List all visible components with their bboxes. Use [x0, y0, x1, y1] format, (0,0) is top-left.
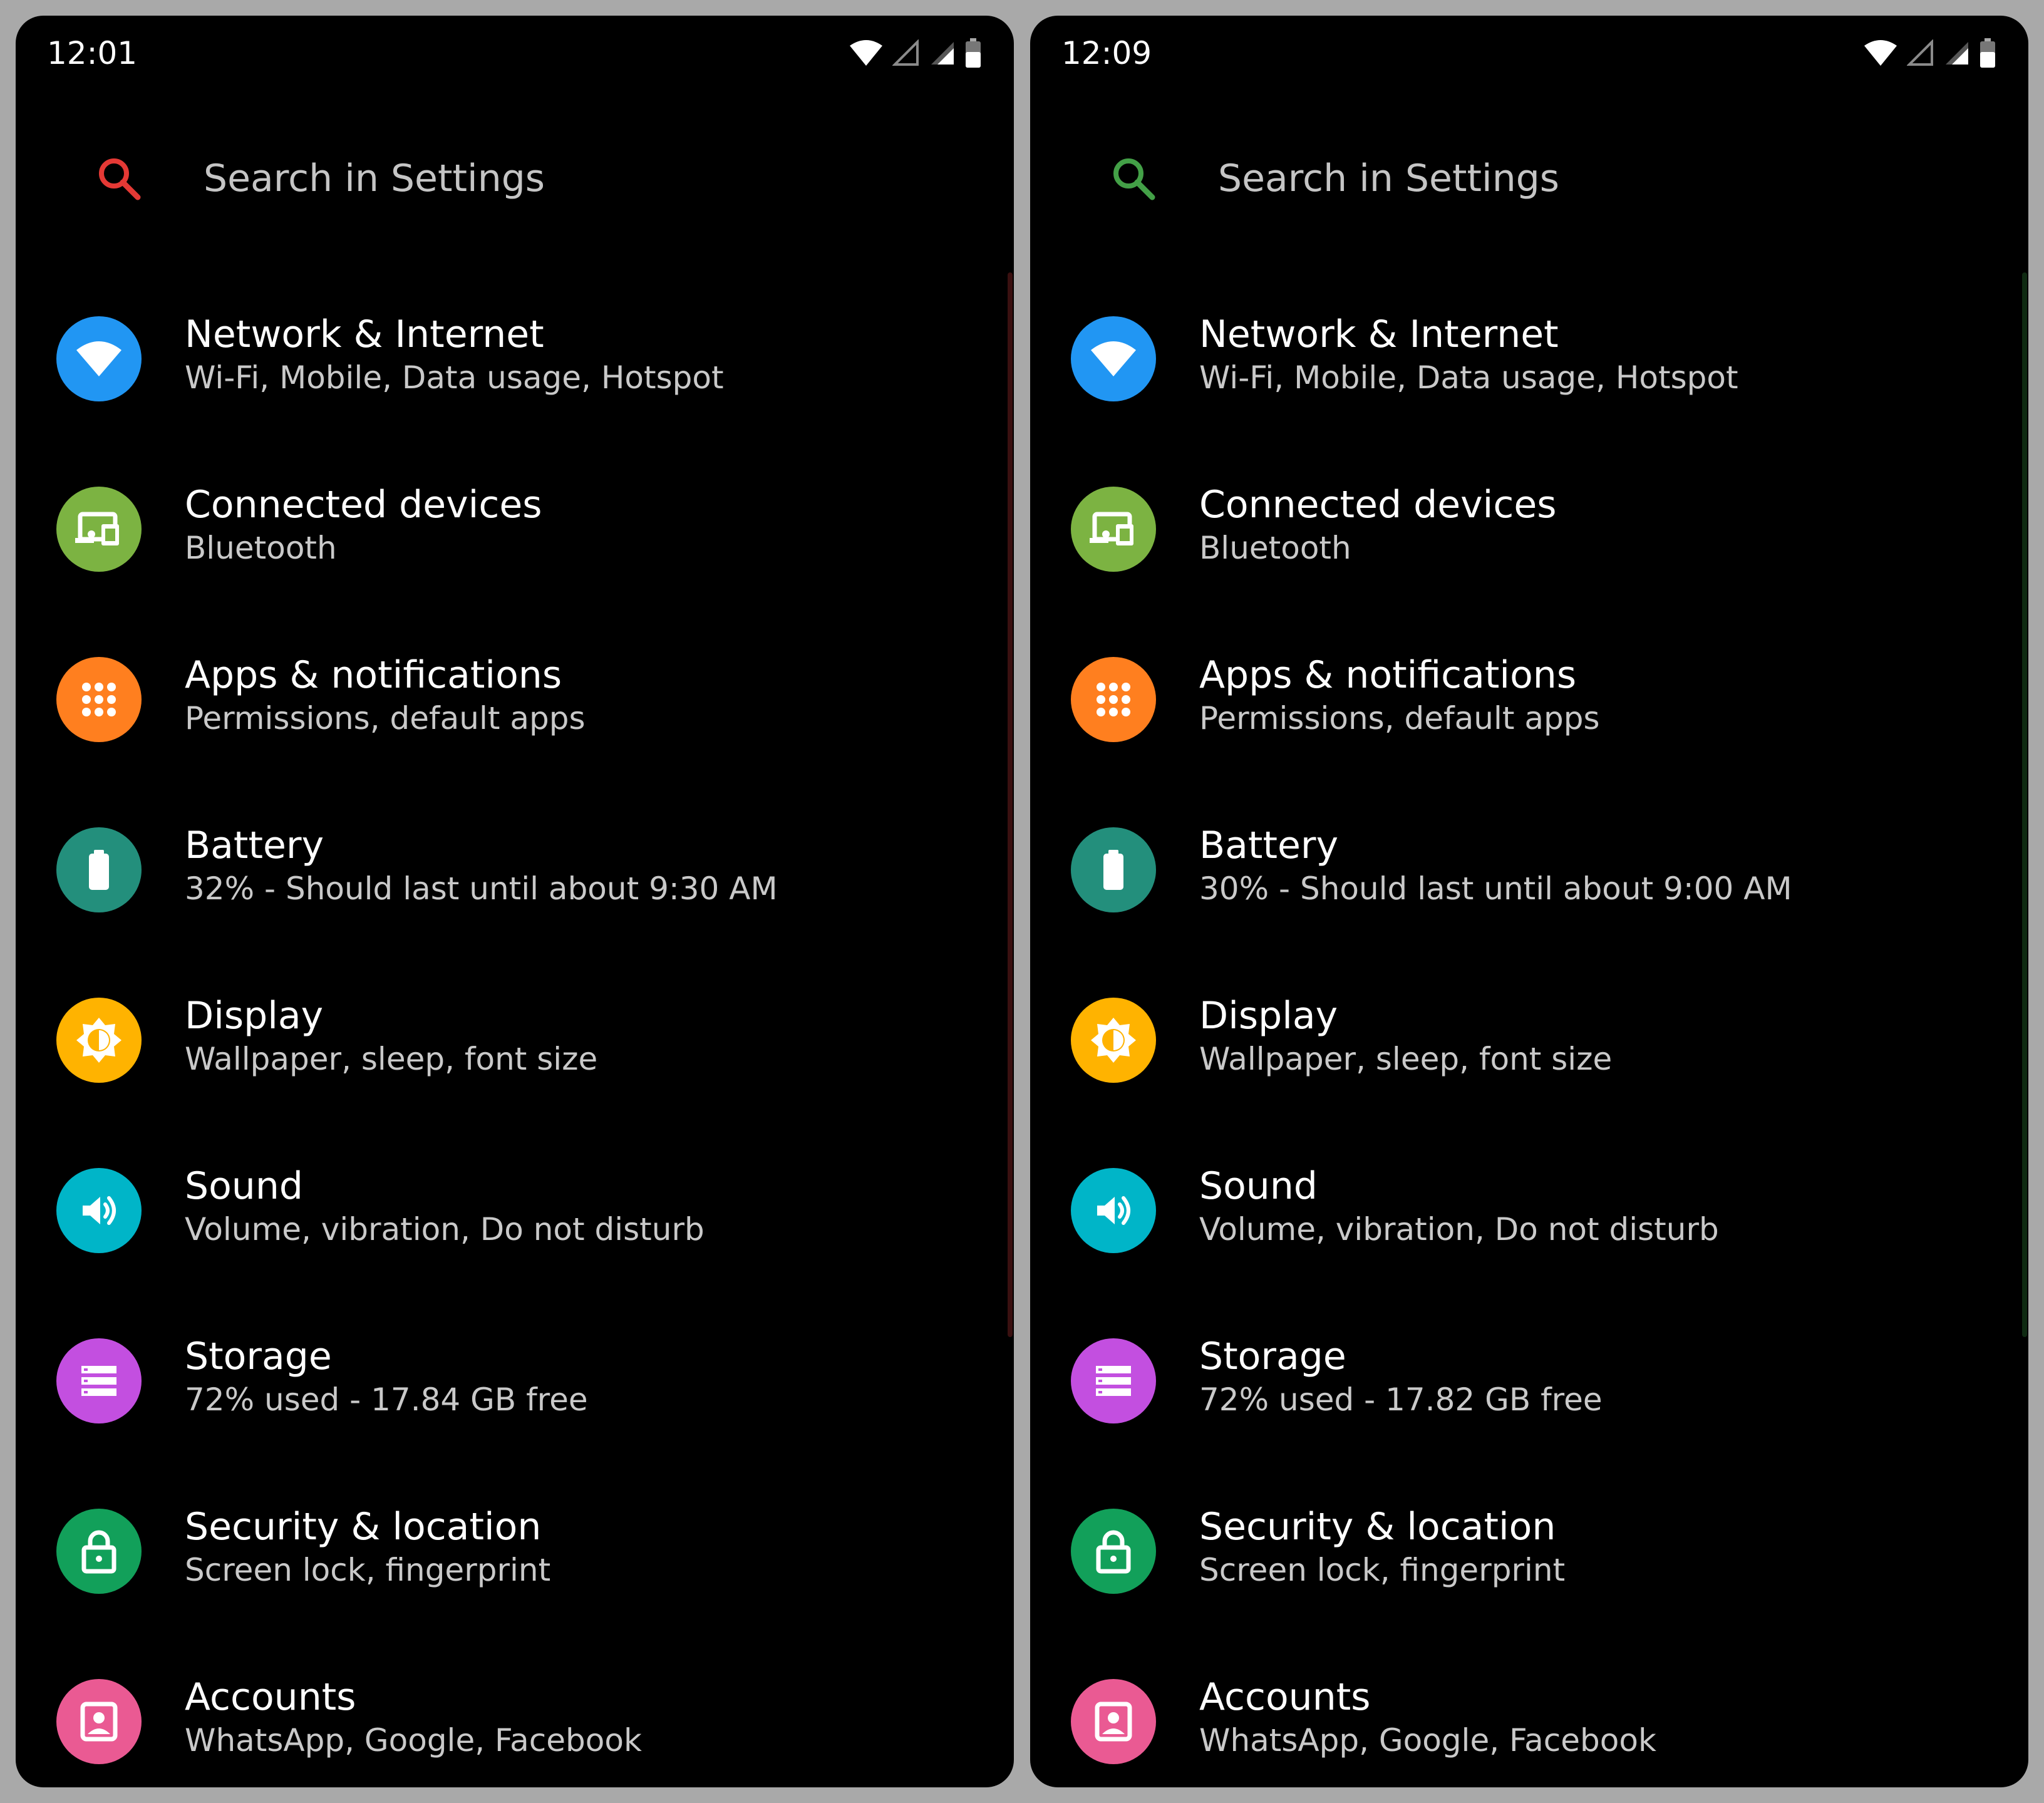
settings-item-subtitle: Wallpaper, sleep, font size [1199, 1041, 1613, 1077]
settings-item-subtitle: Screen lock, fingerprint [1199, 1552, 1566, 1588]
settings-item-wifi[interactable]: Network & Internet Wi-Fi, Mobile, Data us… [1030, 288, 2028, 458]
search-placeholder: Search in Settings [1218, 157, 1560, 200]
apps-grid-icon [56, 657, 142, 742]
battery-icon [56, 827, 142, 912]
settings-item-subtitle: Wi-Fi, Mobile, Data usage, Hotspot [1199, 359, 1738, 396]
settings-item-lock[interactable]: Security & location Screen lock, fingerpr… [1030, 1480, 2028, 1651]
settings-list: Network & Internet Wi-Fi, Mobile, Data us… [16, 288, 1014, 1787]
settings-item-storage[interactable]: Storage 72% used - 17.84 GB free [16, 1310, 1014, 1480]
sim-signal-empty-icon [1907, 39, 1934, 67]
settings-item-subtitle: WhatsApp, Google, Facebook [185, 1722, 642, 1759]
settings-item-title: Sound [1199, 1164, 1318, 1208]
status-icons [1863, 34, 1996, 72]
settings-item-apps-grid[interactable]: Apps & notifications Permissions, default… [1030, 629, 2028, 799]
settings-item-title: Network & Internet [185, 313, 544, 356]
settings-item-title: Battery [1199, 824, 1339, 867]
storage-icon [1071, 1338, 1156, 1423]
search-placeholder: Search in Settings [204, 157, 545, 200]
settings-item-title: Battery [185, 824, 324, 867]
settings-screen-right: 12:09 Search in Settings Network & Inter… [1030, 16, 2028, 1787]
settings-item-title: Connected devices [1199, 483, 1557, 527]
settings-item-subtitle: WhatsApp, Google, Facebook [1199, 1722, 1656, 1759]
settings-item-title: Storage [185, 1335, 332, 1378]
settings-item-subtitle: Volume, vibration, Do not disturb [1199, 1211, 1719, 1248]
wifi-icon [1071, 316, 1156, 401]
volume-icon [56, 1168, 142, 1253]
search-bar[interactable]: Search in Settings [1030, 138, 2028, 219]
apps-grid-icon [1071, 657, 1156, 742]
settings-item-subtitle: Screen lock, fingerprint [185, 1552, 551, 1588]
scroll-indicator [2022, 272, 2027, 1337]
settings-screen-left: 12:01 Search in Settings Network & Inter… [16, 16, 1014, 1787]
settings-item-subtitle: Wi-Fi, Mobile, Data usage, Hotspot [185, 359, 724, 396]
search-icon [1108, 153, 1159, 204]
settings-item-storage[interactable]: Storage 72% used - 17.82 GB free [1030, 1310, 2028, 1480]
settings-item-lock[interactable]: Security & location Screen lock, fingerpr… [16, 1480, 1014, 1651]
volume-icon [1071, 1168, 1156, 1253]
settings-item-subtitle: Permissions, default apps [185, 700, 586, 736]
settings-item-title: Display [185, 994, 324, 1038]
settings-item-title: Network & Internet [1199, 313, 1559, 356]
wifi-signal-icon [1863, 39, 1898, 67]
settings-item-title: Display [1199, 994, 1338, 1038]
settings-item-battery[interactable]: Battery 30% - Should last until about 9:0… [1030, 799, 2028, 969]
settings-item-title: Apps & notifications [185, 653, 562, 697]
settings-item-subtitle: 72% used - 17.82 GB free [1199, 1382, 1603, 1418]
settings-item-brightness[interactable]: Display Wallpaper, sleep, font size [1030, 969, 2028, 1140]
settings-list: Network & Internet Wi-Fi, Mobile, Data us… [1030, 288, 2028, 1787]
cell-signal-icon [1943, 39, 1971, 67]
settings-item-devices[interactable]: Connected devices Bluetooth [1030, 458, 2028, 629]
settings-item-subtitle: 32% - Should last until about 9:30 AM [185, 871, 778, 907]
status-bar: 12:01 [16, 16, 1014, 91]
scroll-indicator [1008, 272, 1013, 1337]
wifi-signal-icon [849, 39, 884, 67]
settings-item-subtitle: Bluetooth [1199, 530, 1351, 566]
settings-item-devices[interactable]: Connected devices Bluetooth [16, 458, 1014, 629]
settings-item-apps-grid[interactable]: Apps & notifications Permissions, default… [16, 629, 1014, 799]
settings-item-subtitle: Volume, vibration, Do not disturb [185, 1211, 705, 1248]
battery-status-icon [965, 38, 981, 68]
settings-item-battery[interactable]: Battery 32% - Should last until about 9:3… [16, 799, 1014, 969]
lock-icon [56, 1509, 142, 1594]
brightness-icon [56, 998, 142, 1083]
settings-item-wifi[interactable]: Network & Internet Wi-Fi, Mobile, Data us… [16, 288, 1014, 458]
settings-item-title: Sound [185, 1164, 303, 1208]
settings-item-subtitle: 30% - Should last until about 9:00 AM [1199, 871, 1792, 907]
settings-item-volume[interactable]: Sound Volume, vibration, Do not disturb [16, 1140, 1014, 1310]
settings-item-subtitle: 72% used - 17.84 GB free [185, 1382, 588, 1418]
settings-item-title: Accounts [185, 1675, 356, 1719]
account-icon [56, 1679, 142, 1764]
settings-item-subtitle: Wallpaper, sleep, font size [185, 1041, 598, 1077]
status-bar: 12:09 [1030, 16, 2028, 91]
settings-item-subtitle: Permissions, default apps [1199, 700, 1600, 736]
settings-item-title: Accounts [1199, 1675, 1371, 1719]
battery-status-icon [1979, 38, 1996, 68]
status-icons [849, 34, 981, 72]
devices-icon [1071, 487, 1156, 572]
battery-icon [1071, 827, 1156, 912]
devices-icon [56, 487, 142, 572]
status-time: 12:01 [47, 35, 138, 71]
wifi-icon [56, 316, 142, 401]
settings-item-title: Apps & notifications [1199, 653, 1577, 697]
settings-item-brightness[interactable]: Display Wallpaper, sleep, font size [16, 969, 1014, 1140]
settings-item-account[interactable]: Accounts WhatsApp, Google, Facebook [1030, 1651, 2028, 1787]
settings-item-title: Connected devices [185, 483, 542, 527]
settings-item-title: Security & location [1199, 1505, 1556, 1549]
settings-item-account[interactable]: Accounts WhatsApp, Google, Facebook [16, 1651, 1014, 1787]
settings-item-title: Security & location [185, 1505, 542, 1549]
sim-signal-empty-icon [892, 39, 920, 67]
search-bar[interactable]: Search in Settings [16, 138, 1014, 219]
brightness-icon [1071, 998, 1156, 1083]
settings-item-volume[interactable]: Sound Volume, vibration, Do not disturb [1030, 1140, 2028, 1310]
storage-icon [56, 1338, 142, 1423]
cell-signal-icon [929, 39, 956, 67]
search-icon [94, 153, 144, 204]
account-icon [1071, 1679, 1156, 1764]
settings-item-title: Storage [1199, 1335, 1346, 1378]
lock-icon [1071, 1509, 1156, 1594]
status-time: 12:09 [1061, 35, 1152, 71]
settings-item-subtitle: Bluetooth [185, 530, 337, 566]
